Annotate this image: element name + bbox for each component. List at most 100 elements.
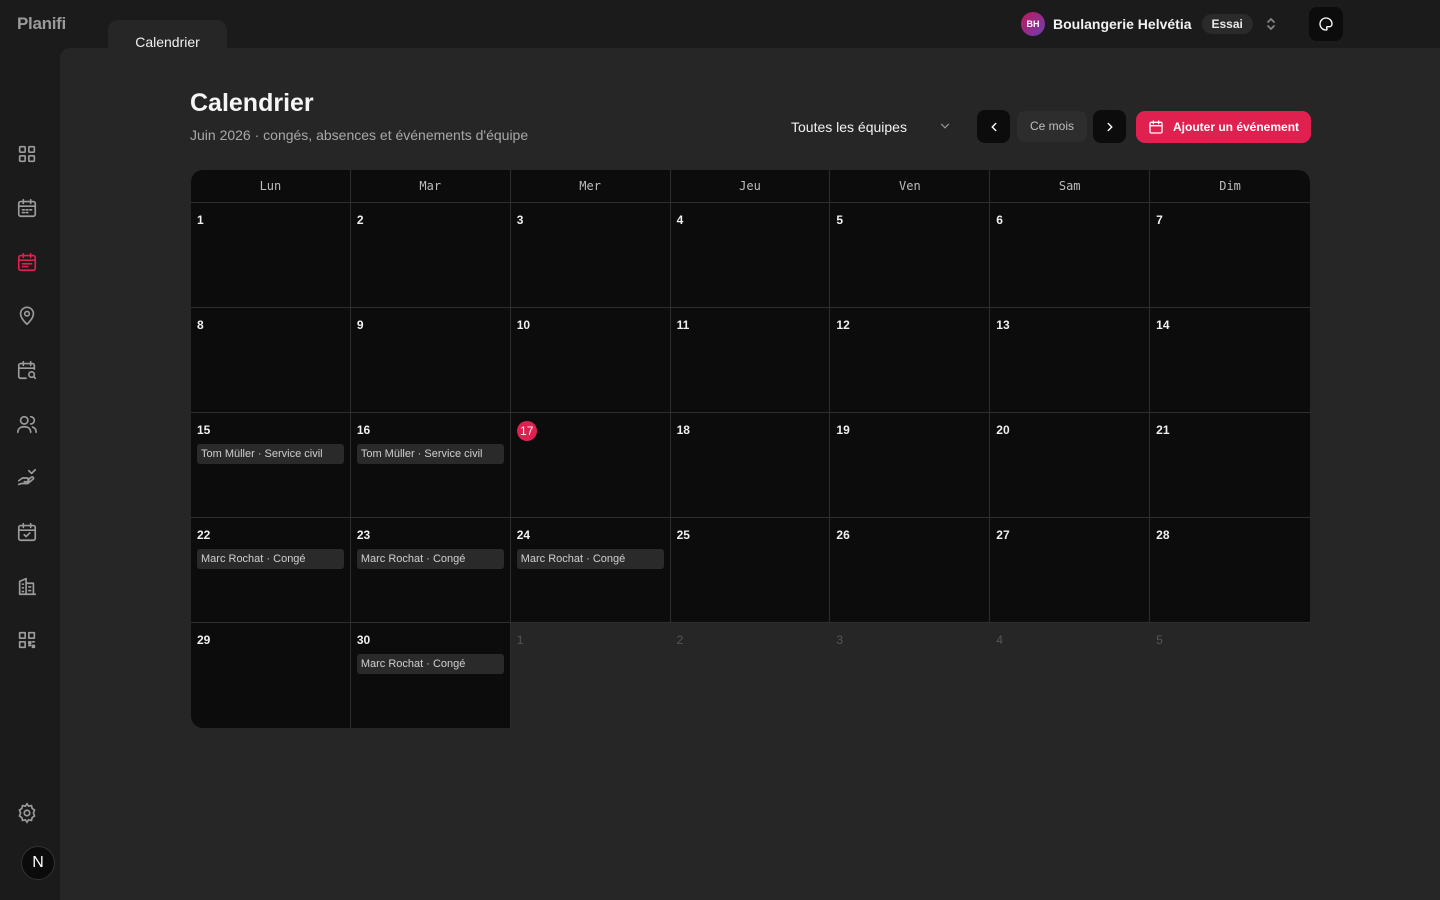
chevron-right-icon — [1107, 122, 1113, 131]
calendar-schedule-icon[interactable] — [15, 196, 39, 220]
calendar-day[interactable]: 25 — [670, 518, 831, 623]
org-avatar: BH — [1021, 12, 1045, 36]
calendar-day[interactable]: 2 — [350, 203, 511, 308]
day-number: 23 — [356, 528, 371, 542]
calendar-day[interactable]: 28 — [1150, 518, 1310, 623]
team-filter-select[interactable]: Toutes les équipes — [780, 110, 960, 143]
location-pin-icon[interactable] — [15, 304, 39, 328]
day-number: 14 — [1156, 318, 1170, 332]
this-month-button[interactable]: Ce mois — [1017, 111, 1087, 142]
calendar-day[interactable]: 24 Marc Rochat · Congé — [510, 518, 671, 623]
calendar-event[interactable]: Marc Rochat · Congé — [356, 549, 504, 569]
calendar-day[interactable]: 26 — [830, 518, 991, 623]
weekday-label: Ven — [830, 170, 991, 202]
previous-month-button[interactable] — [977, 110, 1010, 143]
day-number: 24 — [516, 528, 531, 542]
calendar-day[interactable]: 3 — [510, 203, 671, 308]
page-title: Calendrier — [190, 89, 314, 117]
weekday-label: Mer — [511, 170, 671, 202]
day-number: 2 — [356, 213, 364, 227]
today-marker: 17 — [516, 421, 537, 441]
calendar-day[interactable]: 13 — [990, 308, 1151, 413]
day-number: 19 — [836, 423, 850, 437]
day-number: 22 — [197, 528, 211, 542]
calendar-day[interactable]: 8 — [191, 308, 351, 413]
calendar-day[interactable]: 1 — [191, 203, 351, 308]
calendar-day[interactable]: 5 — [830, 203, 991, 308]
weekday-label: Jeu — [671, 170, 831, 202]
calendar-day[interactable]: 7 — [1150, 203, 1310, 308]
calendar-event[interactable]: Tom Müller · Service civil — [197, 444, 344, 464]
calendar-day[interactable]: 14 — [1150, 308, 1310, 413]
calendar-day[interactable]: 27 — [990, 518, 1151, 623]
app-logo[interactable]: Planifi — [17, 14, 66, 34]
day-number: 26 — [836, 528, 850, 542]
calendar-day-outside[interactable]: 3 — [830, 623, 990, 728]
calendar-grid: 1 2 3 4 5 6 7 8 9 10 11 12 13 14 15 Tom Müller · Servic… — [191, 203, 1310, 728]
weekday-label: Sam — [990, 170, 1151, 202]
add-event-button[interactable]: Ajouter un événement — [1136, 111, 1311, 143]
org-switcher[interactable]: BH Boulangerie Helvétia Essai — [1021, 12, 1281, 36]
calendar-day[interactable]: 29 — [191, 623, 351, 728]
qr-code-icon[interactable] — [15, 628, 39, 652]
calendar-day[interactable]: 30 Marc Rochat · Congé — [350, 623, 511, 728]
calendar-icon[interactable] — [15, 250, 39, 274]
tab-calendrier[interactable]: Calendrier — [108, 20, 227, 50]
day-number: 4 — [676, 213, 684, 227]
calendar-day[interactable]: 20 — [990, 413, 1151, 518]
calendar-day[interactable]: 10 — [510, 308, 671, 413]
calendar-day[interactable]: 22 Marc Rochat · Congé — [191, 518, 351, 623]
org-name: Boulangerie Helvétia — [1053, 16, 1192, 32]
calendar-day[interactable]: 21 — [1150, 413, 1310, 518]
building-icon[interactable] — [15, 574, 39, 598]
day-number: 2 — [676, 633, 684, 647]
calendar-day[interactable]: 19 — [830, 413, 991, 518]
calendar-day[interactable]: 4 — [670, 203, 831, 308]
chevron-updown-icon[interactable] — [1261, 14, 1281, 34]
calendar-day[interactable]: 6 — [990, 203, 1151, 308]
calendar-day-outside[interactable]: 1 — [511, 623, 671, 728]
day-number: 5 — [836, 213, 844, 227]
day-number: 16 — [356, 423, 371, 437]
weekday-label: Dim — [1219, 179, 1241, 193]
chevron-left-icon — [990, 122, 996, 131]
calendar-event[interactable]: Marc Rochat · Congé — [197, 549, 344, 569]
day-number: 6 — [996, 213, 1003, 227]
day-number: 15 — [197, 423, 211, 437]
top-action-button[interactable] — [1309, 7, 1343, 41]
next-month-button[interactable] — [1093, 110, 1126, 143]
user-avatar[interactable]: N — [21, 846, 55, 880]
dashboard-icon[interactable] — [15, 142, 39, 166]
calendar-day-outside[interactable]: 5 — [1150, 623, 1310, 728]
day-number: 7 — [1156, 213, 1163, 227]
day-number: 9 — [356, 318, 364, 332]
hand-off-icon[interactable] — [15, 466, 39, 490]
weekday-label: Lun — [191, 170, 351, 202]
calendar-event[interactable]: Tom Müller · Service civil — [356, 444, 504, 464]
calendar-day[interactable]: 11 — [670, 308, 831, 413]
calendar-event[interactable]: Marc Rochat · Congé — [516, 549, 664, 569]
page-subtitle: Juin 2026 · congés, absences et événemen… — [190, 127, 529, 143]
calendar-search-icon[interactable] — [15, 358, 39, 382]
calendar-day[interactable]: 15 Tom Müller · Service civil — [191, 413, 351, 518]
gear-icon[interactable] — [15, 801, 39, 825]
calendar-day[interactable]: 17 — [510, 413, 671, 518]
day-number: 1 — [516, 633, 524, 647]
calendar-day[interactable]: 23 Marc Rochat · Congé — [350, 518, 511, 623]
day-number: 10 — [516, 318, 531, 332]
day-number: 20 — [996, 423, 1010, 437]
calendar-add-icon — [1149, 120, 1163, 134]
users-icon[interactable] — [15, 412, 39, 436]
calendar-check-icon[interactable] — [15, 520, 39, 544]
team-filter-value: Toutes les équipes — [791, 118, 907, 135]
calendar-day-outside[interactable]: 4 — [990, 623, 1150, 728]
chevron-down-icon — [940, 123, 950, 129]
calendar-event[interactable]: Marc Rochat · Congé — [356, 654, 504, 674]
calendar-day[interactable]: 9 — [350, 308, 511, 413]
calendar-day-outside[interactable]: 2 — [671, 623, 831, 728]
calendar-day[interactable]: 16 Tom Müller · Service civil — [350, 413, 511, 518]
calendar-day[interactable]: 12 — [830, 308, 991, 413]
day-number: 11 — [676, 318, 690, 332]
month-calendar: Lun Mar Mer Jeu Ven Sam Dim 1 2 3 4 5 6 7 8 9 10 11 12 13 1… — [191, 170, 1310, 728]
calendar-day[interactable]: 18 — [670, 413, 831, 518]
